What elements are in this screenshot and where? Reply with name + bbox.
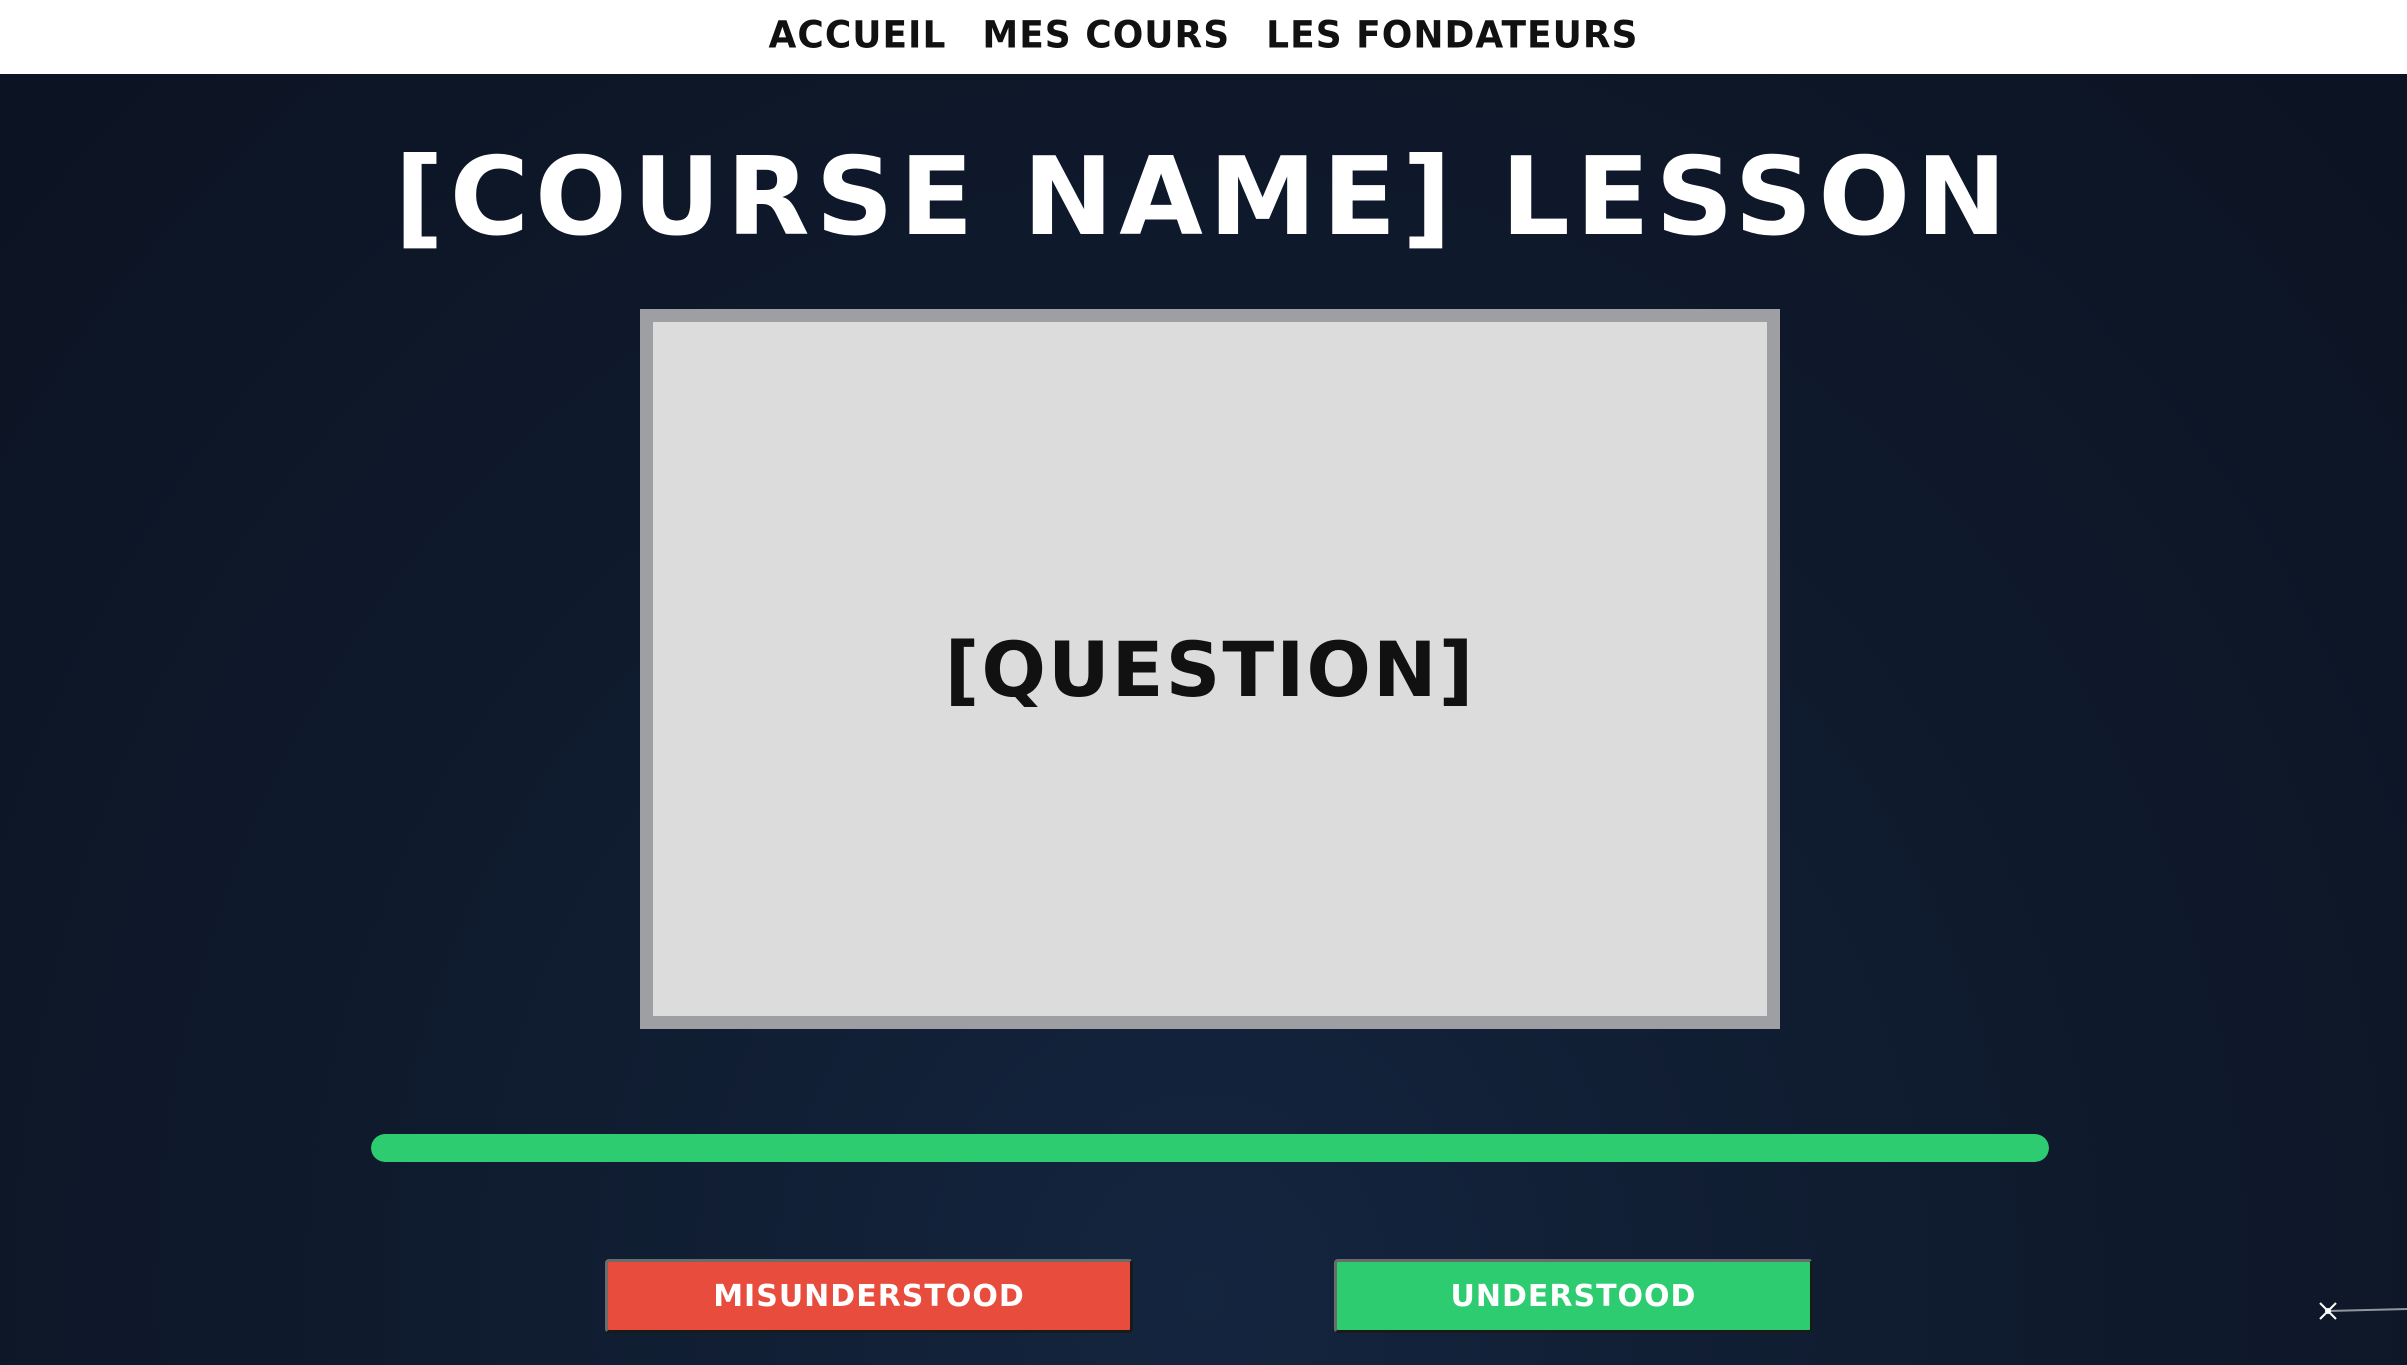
flashcard[interactable]: [Question] <box>640 309 1780 1029</box>
nav-link-mes-cours[interactable]: Mes cours <box>982 13 1230 56</box>
top-navbar: Accueil Mes cours Les fondateurs <box>0 0 2407 74</box>
misunderstood-button[interactable]: Misunderstood <box>605 1259 1133 1333</box>
nav-link-les-fondateurs[interactable]: Les fondateurs <box>1266 13 1638 56</box>
page-title: [Course name] lesson <box>394 135 2013 260</box>
understood-button[interactable]: Understood <box>1334 1259 1813 1333</box>
shooting-star-icon <box>2319 1302 2407 1320</box>
nav-link-accueil[interactable]: Accueil <box>769 13 947 56</box>
progress-bar <box>371 1134 2049 1162</box>
flashcard-question: [Question] <box>944 624 1476 714</box>
progress-bar-fill <box>371 1134 2049 1162</box>
